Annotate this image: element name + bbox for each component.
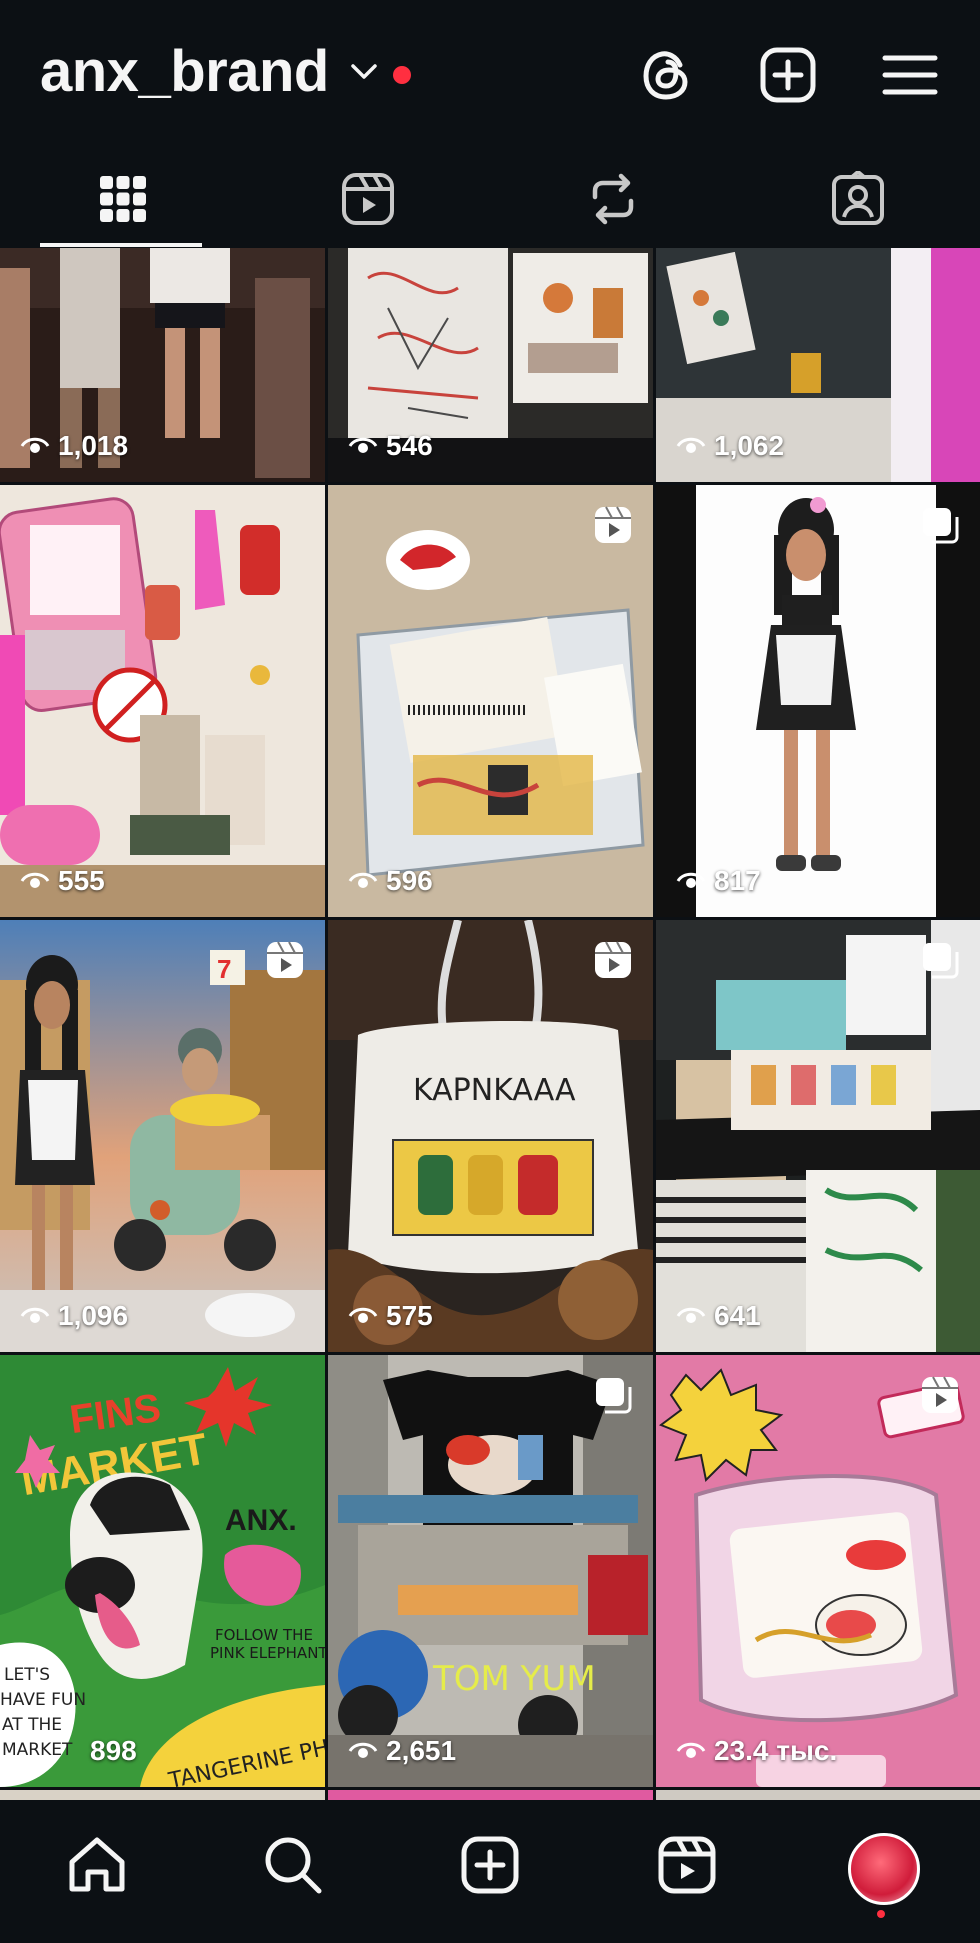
- eye-icon: [20, 1307, 50, 1323]
- svg-text:7: 7: [217, 954, 231, 984]
- profile-header: anx_brand: [0, 0, 980, 150]
- post-tile[interactable]: 1,062: [656, 248, 980, 482]
- nav-search[interactable]: [258, 1830, 328, 1900]
- post-tile[interactable]: 546: [328, 248, 653, 482]
- post-tile[interactable]: 7 1,096: [0, 920, 325, 1352]
- reels-icon: [341, 173, 394, 225]
- view-count: 555: [20, 865, 105, 897]
- threads-icon[interactable]: [638, 45, 698, 105]
- posts-grid: 1,018 546 1,062 555 596 817 7 1,096 KAPN…: [0, 248, 980, 1800]
- svg-text:PINK ELEPHANT: PINK ELEPHANT: [210, 1644, 325, 1662]
- view-count: 2,651: [348, 1735, 456, 1767]
- search-icon: [265, 1837, 322, 1894]
- view-count: 641: [676, 1300, 761, 1332]
- nav-home[interactable]: [62, 1830, 132, 1900]
- view-count: 546: [348, 430, 433, 462]
- post-tile[interactable]: 641: [656, 920, 980, 1352]
- view-count: 575: [348, 1300, 433, 1332]
- eye-icon: [676, 872, 706, 888]
- eye-icon: [20, 872, 50, 888]
- eye-icon: [676, 437, 706, 453]
- eye-icon: [676, 1307, 706, 1323]
- post-tile[interactable]: 817: [656, 485, 980, 917]
- tab-selected-indicator: [40, 243, 202, 247]
- view-count: 1,062: [676, 430, 784, 462]
- post-tile[interactable]: FINS MARKET ANX. FOLLOW THE PINK ELEPHAN…: [0, 1355, 325, 1787]
- view-count: 1,096: [20, 1300, 128, 1332]
- reels-icon: [658, 1836, 716, 1894]
- post-tile[interactable]: [328, 1790, 653, 1800]
- reposts-icon: [592, 173, 633, 225]
- svg-text:AT THE: AT THE: [2, 1715, 62, 1735]
- reel-badge-icon: [595, 941, 631, 978]
- tab-reels[interactable]: [245, 150, 490, 248]
- svg-text:ANX.: ANX.: [225, 1504, 297, 1537]
- view-count: 596: [348, 865, 433, 897]
- tab-reposts[interactable]: [490, 150, 735, 248]
- view-count: 1,018: [20, 430, 128, 462]
- tile-side-text: [668, 485, 698, 917]
- svg-text:TOM YUM: TOM YUM: [432, 1659, 596, 1699]
- eye-icon: [348, 1742, 378, 1758]
- svg-text:LET'S: LET'S: [4, 1665, 50, 1685]
- post-tile[interactable]: 23.4 тыс.: [656, 1355, 980, 1787]
- notification-dot: [877, 1910, 885, 1918]
- tab-tagged[interactable]: [735, 150, 980, 248]
- create-icon: [461, 1836, 519, 1894]
- svg-text:MARKET: MARKET: [2, 1740, 73, 1760]
- eye-icon: [348, 872, 378, 888]
- svg-text:HAVE FUN: HAVE FUN: [0, 1690, 86, 1710]
- menu-icon[interactable]: [880, 45, 940, 105]
- grid-icon: [99, 176, 146, 222]
- chevron-down-icon[interactable]: [350, 62, 378, 82]
- post-tile[interactable]: 555: [0, 485, 325, 917]
- carousel-badge-icon: [923, 943, 959, 979]
- eye-icon: [348, 437, 378, 453]
- tagged-icon: [831, 171, 884, 225]
- reel-badge-icon: [267, 941, 303, 978]
- reel-badge-icon: [595, 506, 631, 543]
- eye-icon: [20, 437, 50, 453]
- post-tile[interactable]: 1,018: [0, 248, 325, 482]
- notification-dot: [393, 66, 411, 84]
- bottom-navigation: [0, 1800, 980, 1943]
- eye-icon: [348, 1307, 378, 1323]
- tab-grid[interactable]: [0, 150, 245, 248]
- carousel-badge-icon: [596, 1378, 632, 1414]
- profile-tabs: [0, 150, 980, 248]
- carousel-badge-icon: [923, 508, 959, 544]
- post-tile[interactable]: [656, 1790, 980, 1800]
- post-tile[interactable]: TOM YUM 2,651: [328, 1355, 653, 1787]
- create-plus-icon[interactable]: [758, 45, 818, 105]
- profile-avatar[interactable]: [848, 1833, 920, 1905]
- home-icon: [69, 1837, 125, 1892]
- post-tile[interactable]: 596: [328, 485, 653, 917]
- reel-badge-icon: [922, 1376, 958, 1413]
- nav-create[interactable]: [455, 1830, 525, 1900]
- post-tile[interactable]: KAPNKAAA 575: [328, 920, 653, 1352]
- eye-icon: [676, 1742, 706, 1758]
- view-count: 23.4 тыс.: [676, 1735, 837, 1767]
- svg-text:KAPNKAAA: KAPNKAAA: [413, 1073, 576, 1108]
- view-count: 817: [676, 865, 761, 897]
- view-count: 898: [90, 1735, 137, 1766]
- svg-text:FOLLOW THE: FOLLOW THE: [215, 1626, 313, 1644]
- post-tile[interactable]: [0, 1790, 325, 1800]
- nav-reels[interactable]: [652, 1830, 722, 1900]
- username[interactable]: anx_brand: [40, 38, 329, 105]
